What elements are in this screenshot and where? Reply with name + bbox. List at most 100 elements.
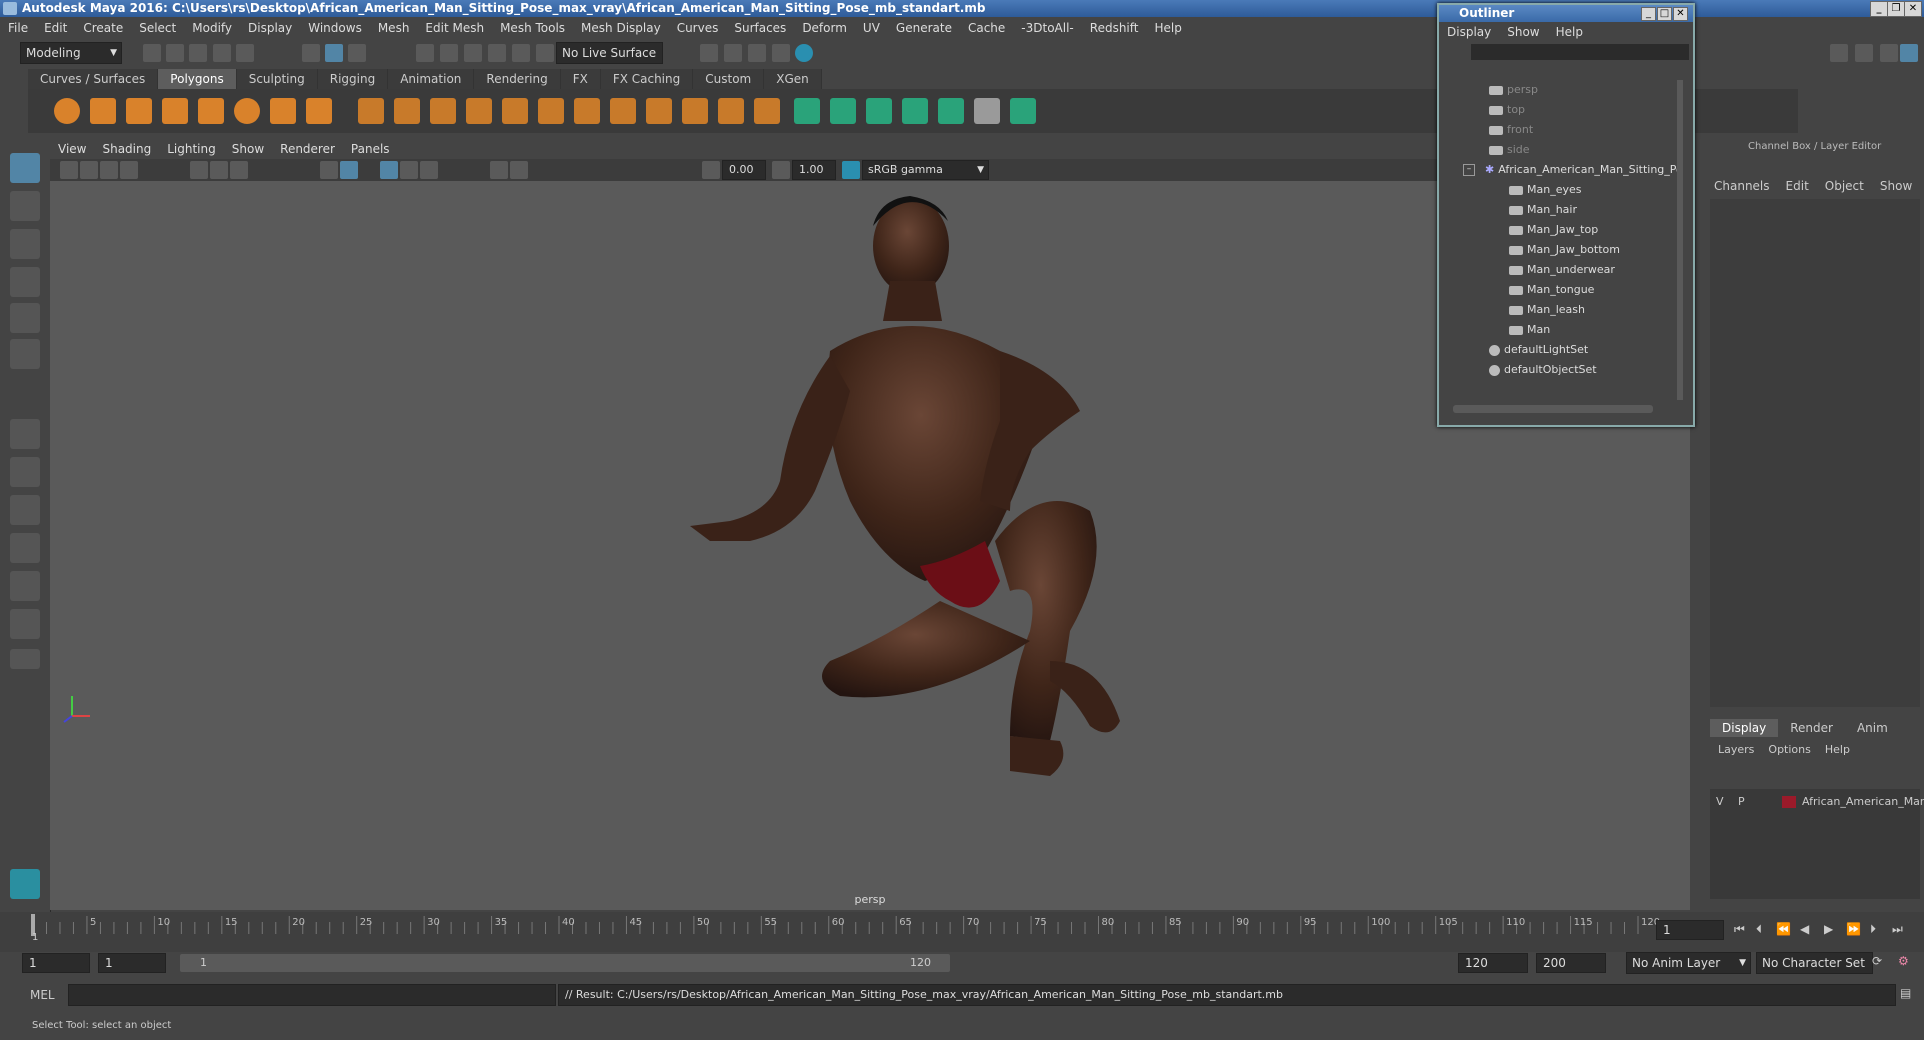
auto-uv-icon[interactable] (902, 98, 928, 124)
ipr-render-icon[interactable] (724, 44, 742, 62)
outliner-maximize-icon[interactable]: □ (1657, 7, 1672, 21)
outliner-item-default-object-set[interactable]: defaultObjectSet (1489, 360, 1597, 380)
viewport-menu-renderer[interactable]: Renderer (272, 142, 343, 156)
snap-point-icon[interactable] (464, 44, 482, 62)
outliner-item-group[interactable]: – ✱ African_American_Man_Sitting_Po (1463, 160, 1683, 180)
render-frame-icon[interactable] (700, 44, 718, 62)
go-to-end-icon[interactable]: ⏭ (1892, 922, 1903, 937)
channel-menu-edit[interactable]: Edit (1786, 179, 1809, 193)
menu-help[interactable]: Help (1146, 21, 1189, 35)
poly-cone-icon[interactable] (162, 98, 188, 124)
menu-create[interactable]: Create (75, 21, 131, 35)
snap-curve-icon[interactable] (440, 44, 458, 62)
script-language-label[interactable]: MEL (30, 988, 55, 1002)
insert-loop-icon[interactable] (682, 98, 708, 124)
menu-display[interactable]: Display (240, 21, 300, 35)
outliner-item-man[interactable]: Man (1509, 320, 1550, 340)
close-icon[interactable]: ✕ (1904, 1, 1922, 17)
exposure-icon[interactable] (702, 161, 720, 179)
new-scene-icon[interactable] (143, 44, 161, 62)
exposure-field[interactable]: 0.00 (722, 160, 766, 180)
lights-icon[interactable] (400, 161, 418, 179)
color-management-icon[interactable] (842, 161, 860, 179)
select-object-icon[interactable] (325, 44, 343, 62)
shadows-icon[interactable] (420, 161, 438, 179)
outliner-menu-display[interactable]: Display (1439, 25, 1499, 39)
anim-start-field[interactable]: 1 (22, 953, 90, 973)
layer-name[interactable]: African_American_Man (1802, 793, 1924, 811)
make-live-icon[interactable] (536, 44, 554, 62)
append-icon[interactable] (610, 98, 636, 124)
layer-menu-help[interactable]: Help (1825, 743, 1850, 756)
outliner-vertical-scrollbar[interactable] (1677, 80, 1683, 400)
playback-end-field[interactable]: 120 (1458, 953, 1528, 973)
outliner-item-side[interactable]: side (1489, 140, 1530, 160)
separate-icon[interactable] (394, 98, 420, 124)
layer-playback-toggle[interactable]: P (1738, 793, 1745, 811)
fill-hole-icon[interactable] (718, 98, 744, 124)
target-weld-icon[interactable] (754, 98, 780, 124)
bookmark-icon[interactable] (100, 161, 118, 179)
outliner-menu-help[interactable]: Help (1548, 25, 1591, 39)
range-slider[interactable]: 1 120 (180, 954, 950, 972)
auto-key-icon[interactable]: ⟳ (1872, 954, 1882, 968)
playback-start-field[interactable]: 1 (98, 953, 166, 973)
snap-grid-icon[interactable] (416, 44, 434, 62)
viewport-menu-panels[interactable]: Panels (343, 142, 398, 156)
layer-row[interactable]: V P African_American_Man (1710, 793, 1924, 811)
play-backward-icon[interactable]: ◀ (1800, 922, 1809, 936)
camera-attributes-icon[interactable] (80, 161, 98, 179)
time-slider[interactable]: 5 10 15 20 25 30 35 40 45 50 55 60 65 70 75 80 85 90 95 100… (0, 912, 1924, 952)
graph-layout-icon[interactable] (10, 609, 40, 639)
cylindrical-uv-icon[interactable] (830, 98, 856, 124)
render-view-icon[interactable] (795, 44, 813, 62)
side-by-side-layout-icon[interactable] (10, 495, 40, 525)
menu-mesh-tools[interactable]: Mesh Tools (492, 21, 573, 35)
image-plane-icon[interactable] (120, 161, 138, 179)
tab-custom[interactable]: Custom (693, 69, 765, 89)
poly-sphere-icon[interactable] (54, 98, 80, 124)
minimize-icon[interactable]: _ (1870, 1, 1888, 17)
snap-surface-icon[interactable] (512, 44, 530, 62)
poly-prism-icon[interactable] (270, 98, 296, 124)
anim-layer-selector[interactable]: No Anim Layer ▼ (1626, 952, 1751, 974)
select-component-icon[interactable] (348, 44, 366, 62)
tool-settings-icon[interactable] (1880, 44, 1898, 62)
viewport-menu-lighting[interactable]: Lighting (159, 142, 224, 156)
outliner-item-man-jaw-bottom[interactable]: Man_Jaw_bottom (1509, 240, 1620, 260)
menu-file[interactable]: File (0, 21, 36, 35)
command-input[interactable] (68, 984, 556, 1006)
uv-transfer-icon[interactable] (1010, 98, 1036, 124)
outliner-item-man-tongue[interactable]: Man_tongue (1509, 280, 1594, 300)
outliner-item-top[interactable]: top (1489, 100, 1525, 120)
gamma-field[interactable]: 1.00 (792, 160, 836, 180)
outliner-item-default-light-set[interactable]: defaultLightSet (1489, 340, 1588, 360)
poly-torus-icon[interactable] (234, 98, 260, 124)
tab-rendering[interactable]: Rendering (474, 69, 561, 89)
menu-modify[interactable]: Modify (184, 21, 240, 35)
step-forward-icon[interactable]: ⏵ (1870, 922, 1876, 937)
menu-curves[interactable]: Curves (669, 21, 727, 35)
layout-options-icon[interactable] (10, 649, 40, 669)
camera-select-icon[interactable] (60, 161, 78, 179)
mirror-icon[interactable] (430, 98, 456, 124)
channel-box-toggle-icon[interactable] (1900, 44, 1918, 62)
go-to-start-icon[interactable]: ⏮ (1734, 922, 1745, 937)
timeline-ruler[interactable]: 5 10 15 20 25 30 35 40 45 50 55 60 65 70 75 80 85 90 95 100… (0, 912, 1924, 952)
outliner-close-icon[interactable]: ✕ (1673, 7, 1688, 21)
outliner-item-persp[interactable]: persp (1489, 80, 1538, 100)
uv-editor-icon[interactable] (938, 98, 964, 124)
bevel-icon[interactable] (574, 98, 600, 124)
outliner-item-man-leash[interactable]: Man_leash (1509, 300, 1585, 320)
step-forward-key-icon[interactable]: ⏩ (1846, 922, 1861, 936)
outliner-layout-icon[interactable] (10, 571, 40, 601)
character-set-selector[interactable]: No Character Set (1756, 952, 1873, 974)
checker-icon[interactable] (974, 98, 1000, 124)
render-settings-icon[interactable] (748, 44, 766, 62)
menu-select[interactable]: Select (131, 21, 184, 35)
resolution-gate-icon[interactable] (230, 161, 248, 179)
multi-cut-icon[interactable] (646, 98, 672, 124)
tab-curves-surfaces[interactable]: Curves / Surfaces (28, 69, 159, 89)
snap-view-icon[interactable] (488, 44, 506, 62)
menu-cache[interactable]: Cache (960, 21, 1013, 35)
